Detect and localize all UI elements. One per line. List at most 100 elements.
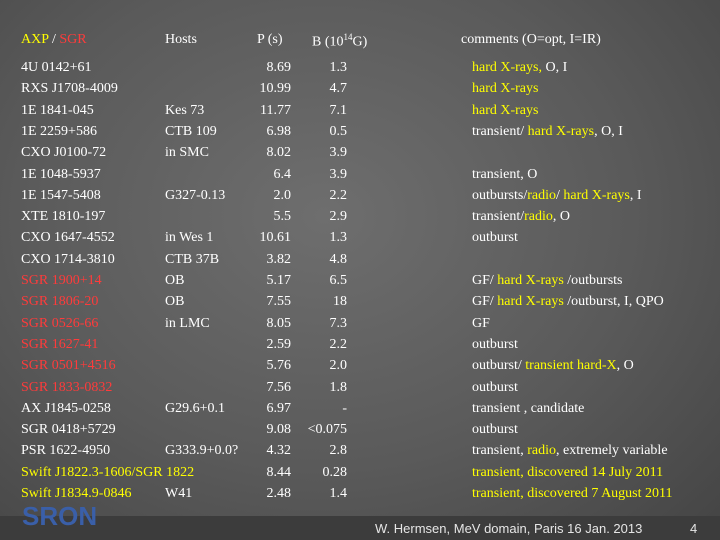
comment-segment: outburst (472, 422, 518, 438)
table-row: 1E 1841-045 Kes 73 11.77 7.1 hard X-rays (0, 100, 720, 121)
source-name: SGR 1833-0832 (21, 379, 113, 395)
source-name: SGR 0501+4516 (21, 358, 116, 374)
period-value: 4.32 (266, 443, 292, 459)
period-value: 7.56 (266, 379, 292, 395)
comment-segment: outbursts/ (472, 187, 528, 203)
comment: outburst (472, 419, 518, 440)
source-name: 4U 0142+61 (21, 60, 92, 75)
comment: outbursts/radio/ hard X-rays, I (472, 185, 642, 206)
comment-segment: hard X-rays (472, 81, 539, 97)
b-field-value: 0.28 (322, 464, 348, 480)
table-row: RXS J1708-4009 10.99 4.7 hard X-rays (0, 78, 720, 99)
host-name: in SMC (165, 145, 209, 161)
page-number: 4 (690, 521, 698, 536)
table-row: CXO 1647-4552 in Wes 1 10.61 1.3 outburst (0, 227, 720, 248)
period-value: 9.08 (266, 422, 292, 438)
b-field-value: 4.7 (329, 81, 348, 97)
comment-segment: radio (527, 187, 556, 203)
header-hosts: Hosts (165, 32, 197, 47)
host-name: OB (165, 294, 185, 310)
header-slash: / (48, 32, 60, 47)
period-value: 2.48 (266, 486, 292, 501)
comment-segment: transient hard-X (525, 358, 617, 374)
host-name: G29.6+0.1 (165, 400, 226, 416)
table-row: 1E 1048-5937 6.4 3.9 transient, O (0, 164, 720, 185)
comment: hard X-rays (472, 100, 538, 121)
comment: transient/radio, O (472, 206, 570, 227)
comment-segment: hard X-rays (472, 102, 539, 118)
comment-segment: outburst/ (472, 358, 526, 374)
host-name: OB (165, 273, 185, 288)
table-row: CXO J0100-72 in SMC 8.02 3.9 (0, 142, 720, 163)
comment-segment: outburst (472, 230, 518, 246)
table-row: 1E 2259+586 CTB 109 6.98 0.5 transient/ hard… (0, 121, 720, 142)
source-name: SGR 0418+5729 (21, 422, 116, 438)
comment: outburst (472, 334, 518, 355)
period-value: 3.82 (266, 251, 292, 267)
source-name: CXO 1714-3810 (21, 251, 115, 267)
b-field-value: 6.5 (329, 273, 348, 288)
b-field-value: 4.8 (329, 251, 348, 267)
host-name: G327-0.13 (165, 187, 226, 203)
comment-segment: transient, (472, 443, 528, 459)
comment: GF/ hard X-rays /outbursts (472, 270, 623, 291)
comment-segment: radio (527, 443, 556, 459)
table-row: 1E 1547-5408 G327-0.13 2.0 2.2 outbursts/rad… (0, 185, 720, 206)
comment-segment: , O (552, 209, 570, 225)
b-field-value: 18 (333, 294, 347, 310)
b-field-value: 1.3 (329, 230, 348, 246)
comment-segment: transient/ (472, 123, 528, 139)
comment-segment: hard X-rays, (472, 60, 546, 75)
period-value: 6.4 (273, 166, 292, 182)
b-field-value: 0.5 (329, 123, 348, 139)
source-name: 1E 1841-045 (21, 102, 94, 118)
header-axp-sgr: AXP / SGR (21, 32, 87, 48)
source-name: 1E 1547-5408 (21, 187, 101, 203)
comment: outburst (472, 377, 518, 398)
source-name: AX J1845-0258 (21, 400, 111, 416)
comment-segment: , O (616, 358, 634, 374)
header-axp: AXP (21, 32, 49, 47)
table-row: SGR 1833-0832 7.56 1.8 outburst (0, 377, 720, 398)
comment-segment: outburst (472, 336, 518, 352)
b-field-value: 1.8 (329, 379, 348, 395)
period-value: 11.77 (260, 102, 291, 118)
period-value: 10.61 (259, 230, 292, 246)
table-row: Swift J1822.3-1606/SGR 1822 8.44 0.28 trans… (0, 462, 720, 483)
comment-segment: hard X-rays (527, 123, 595, 139)
comment-segment: , I (629, 187, 642, 203)
b-field-value: 7.3 (329, 315, 348, 331)
comment-segment: /outbursts (563, 273, 623, 288)
comment: GF/ hard X-rays /outburst, I, QPO (472, 291, 664, 312)
table-row: AX J1845-0258 G29.6+0.1 6.97 - transient , c… (0, 398, 720, 419)
source-name: Swift J1822.3-1606/SGR 1822 (21, 464, 195, 480)
source-name: CXO J0100-72 (21, 145, 107, 161)
comment-segment: O, I (545, 60, 568, 75)
sron-logo: SRON (22, 501, 97, 531)
b-field-value: - (342, 400, 347, 416)
comment-segment: hard X-rays (497, 294, 564, 310)
comment: transient, radio, extremely variable (472, 440, 668, 461)
comment-segment: , O, I (594, 123, 623, 139)
host-name: CTB 109 (165, 123, 217, 139)
host-name: W41 (165, 486, 193, 501)
period-value: 8.44 (266, 464, 292, 480)
comment-segment: transient, discovered 7 August 2011 (472, 486, 673, 501)
table-row: PSR 1622-4950 G333.9+0.0? 4.32 2.8 transient… (0, 440, 720, 461)
period-value: 6.98 (266, 123, 292, 139)
table-row: CXO 1714-3810 CTB 37B 3.82 4.8 (0, 249, 720, 270)
source-name: PSR 1622-4950 (21, 443, 111, 459)
b-field-value: 3.9 (329, 166, 348, 182)
comment: transient, discovered 14 July 2011 (472, 462, 663, 483)
header-b-field: B (1014G) (312, 32, 367, 51)
period-value: 2.59 (266, 336, 292, 352)
b-field-value: 1.4 (329, 486, 348, 501)
period-value: 5.76 (266, 358, 292, 374)
header-comments: comments (O=opt, I=IR) (461, 32, 601, 47)
host-name: Kes 73 (165, 102, 205, 118)
comment-segment: /outburst, I, QPO (563, 294, 664, 310)
comment-segment: hard X-rays (563, 187, 630, 203)
comment: hard X-rays, O, I (472, 57, 567, 78)
comment-segment: GF/ (472, 273, 498, 288)
comment: outburst/ transient hard-X, O (472, 355, 634, 376)
